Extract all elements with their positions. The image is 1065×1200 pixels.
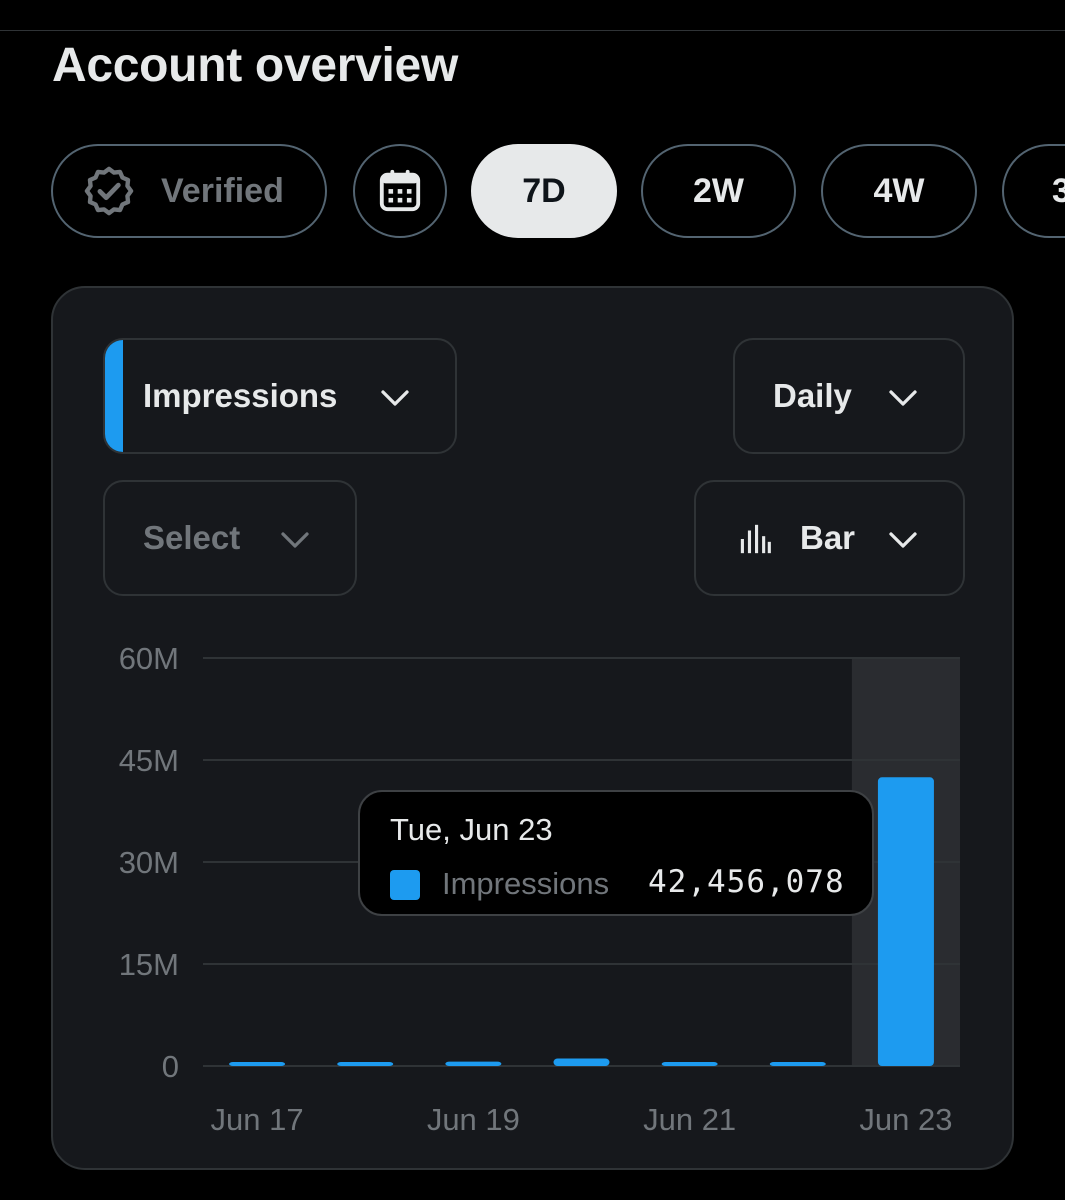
y-tick-label: 15M: [119, 947, 179, 982]
tooltip-series-name: Impressions: [442, 866, 610, 901]
bar-jun-18: [337, 1062, 394, 1066]
bar-jun-22: [769, 1062, 826, 1066]
period-3-button[interactable]: 3: [1002, 144, 1065, 238]
bar-jun-19: [445, 1061, 502, 1066]
period-2w-label: 2W: [693, 171, 744, 210]
verified-filter-button[interactable]: Verified: [51, 144, 327, 238]
y-tick-label: 30M: [119, 845, 179, 880]
x-tick-label: Jun 19: [427, 1102, 520, 1137]
period-4w-button[interactable]: 4W: [821, 144, 977, 238]
x-tick-label: Jun 23: [859, 1102, 952, 1137]
bar-jun-17: [229, 1062, 286, 1066]
tooltip-value: 42,456,078: [648, 864, 845, 900]
tooltip-series-swatch: [390, 870, 420, 900]
tooltip-date: Tue, Jun 23: [390, 812, 553, 847]
chart-tooltip: Tue, Jun 23 Impressions 42,456,078: [358, 790, 874, 916]
verified-filter-label: Verified: [161, 171, 284, 210]
bar-jun-20: [553, 1058, 610, 1066]
bar-jun-21: [661, 1062, 718, 1066]
chart-card: Impressions Daily Select Bar 0 15M 30M 45M 6…: [51, 286, 1014, 1170]
y-tick-label: 45M: [119, 743, 179, 778]
bar-jun-23: [877, 777, 934, 1066]
period-4w-label: 4W: [873, 171, 925, 210]
date-picker-button[interactable]: [353, 144, 447, 238]
period-3-label: 3: [1052, 171, 1065, 210]
x-tick-label: Jun 21: [643, 1102, 736, 1137]
period-7d-label: 7D: [522, 171, 566, 210]
y-tick-label: 0: [162, 1049, 179, 1084]
verified-badge-icon: [84, 166, 134, 216]
x-tick-label: Jun 17: [211, 1102, 304, 1137]
period-2w-button[interactable]: 2W: [641, 144, 796, 238]
y-tick-label: 60M: [119, 641, 179, 676]
period-7d-button[interactable]: 7D: [471, 144, 617, 238]
calendar-icon: [379, 169, 421, 212]
filter-row: Verified 7D 2W 4W 3: [0, 0, 1065, 240]
impressions-bar-chart: 0 15M 30M 45M 60M Jun 17 Jun 19 Jun 21 Jun 23: [119, 641, 960, 1137]
